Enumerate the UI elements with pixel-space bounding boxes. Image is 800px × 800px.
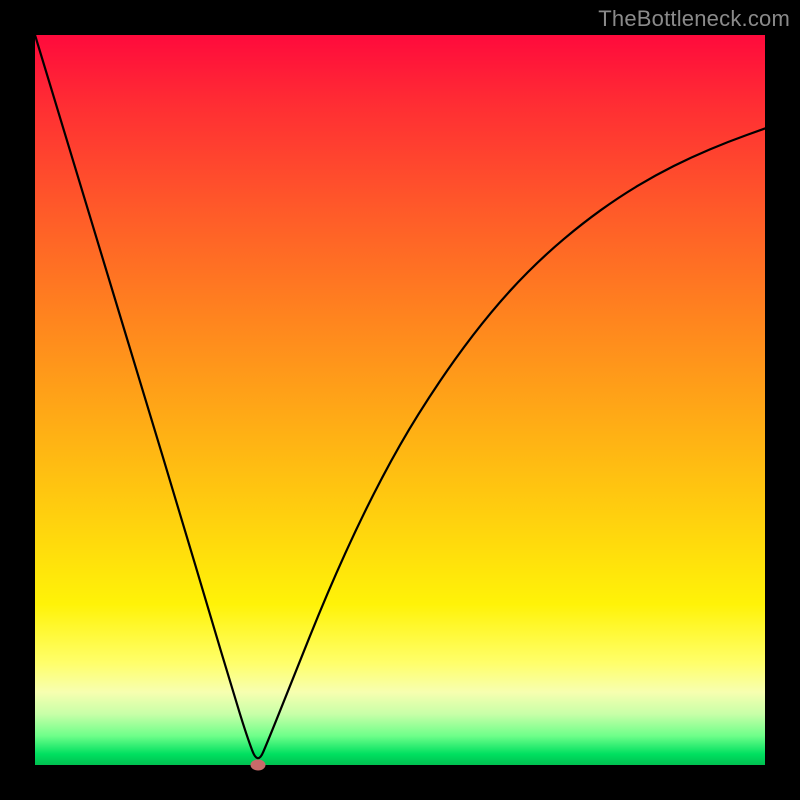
plot-area — [35, 35, 765, 765]
watermark-text: TheBottleneck.com — [598, 6, 790, 32]
bottleneck-curve — [35, 35, 765, 765]
minimum-marker — [250, 760, 265, 771]
chart-frame: TheBottleneck.com — [0, 0, 800, 800]
